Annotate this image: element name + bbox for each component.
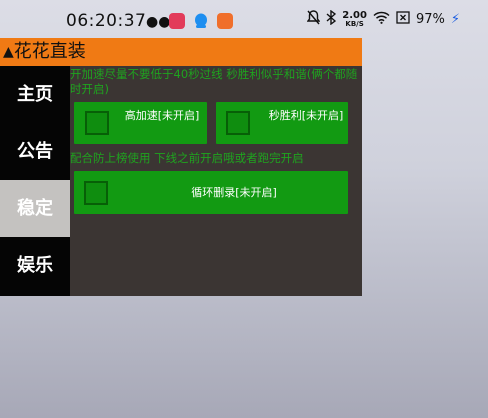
note-anti-leaderboard: 配合防上榜使用 下线之前开启哦或者跑完开启 (70, 151, 304, 165)
instant-win-label: 秒胜利[未开启] (268, 109, 344, 122)
wifi-icon (373, 11, 390, 28)
loop-delete-label: 循环删录[未开启] (191, 186, 277, 199)
app-orange-icon (217, 13, 233, 29)
wechat-icon: ●● (146, 14, 171, 30)
sidebar: 主页 公告 稳定 娱乐 (0, 66, 70, 296)
system-tray: 2.00 KB/S 97% ⚡ (306, 9, 460, 29)
high-speed-toggle[interactable]: 高加速[未开启] (74, 102, 207, 144)
content-area: 开加速尽量不要低于40秒过线 秒胜利似乎和谐(俩个都随时开启) 高加速[未开启]… (70, 66, 362, 296)
clock: 06:20:37 (66, 11, 147, 31)
close-box-icon (396, 11, 410, 28)
nav-stable[interactable]: 稳定 (0, 180, 70, 237)
mute-icon (306, 10, 321, 29)
menu-title: 花花直装 (13, 41, 86, 62)
qq-icon (193, 13, 209, 29)
mod-menu-panel: ▲花花直装 主页 公告 稳定 娱乐 开加速尽量不要低于40秒过线 秒胜利似乎和谐… (0, 38, 362, 296)
loop-delete-checkbox[interactable] (84, 181, 108, 205)
collapse-triangle-icon[interactable]: ▲ (3, 38, 14, 66)
bluetooth-icon (326, 9, 337, 29)
net-speed: 2.00 KB/S (342, 9, 367, 29)
net-speed-value: 2.00 (342, 9, 367, 21)
instant-win-checkbox[interactable] (226, 111, 250, 135)
loop-delete-toggle[interactable]: 循环删录[未开启] (74, 171, 348, 214)
charging-icon: ⚡ (450, 12, 460, 27)
nav-home[interactable]: 主页 (0, 66, 70, 123)
app-red-icon (169, 13, 185, 29)
menu-title-bar[interactable]: ▲花花直装 (0, 38, 362, 66)
nav-entertainment[interactable]: 娱乐 (0, 237, 70, 294)
nav-announcement[interactable]: 公告 (0, 123, 70, 180)
instant-win-toggle[interactable]: 秒胜利[未开启] (216, 102, 348, 144)
high-speed-label: 高加速[未开启] (124, 109, 200, 122)
high-speed-checkbox[interactable] (85, 111, 109, 135)
status-bar: 06:20:37 ●● 2.00 KB/S 97% ⚡ (0, 0, 488, 42)
net-speed-unit: KB/S (345, 19, 364, 28)
battery-level: 97% (415, 12, 445, 27)
note-speed-win: 开加速尽量不要低于40秒过线 秒胜利似乎和谐(俩个都随时开启) (70, 67, 358, 96)
